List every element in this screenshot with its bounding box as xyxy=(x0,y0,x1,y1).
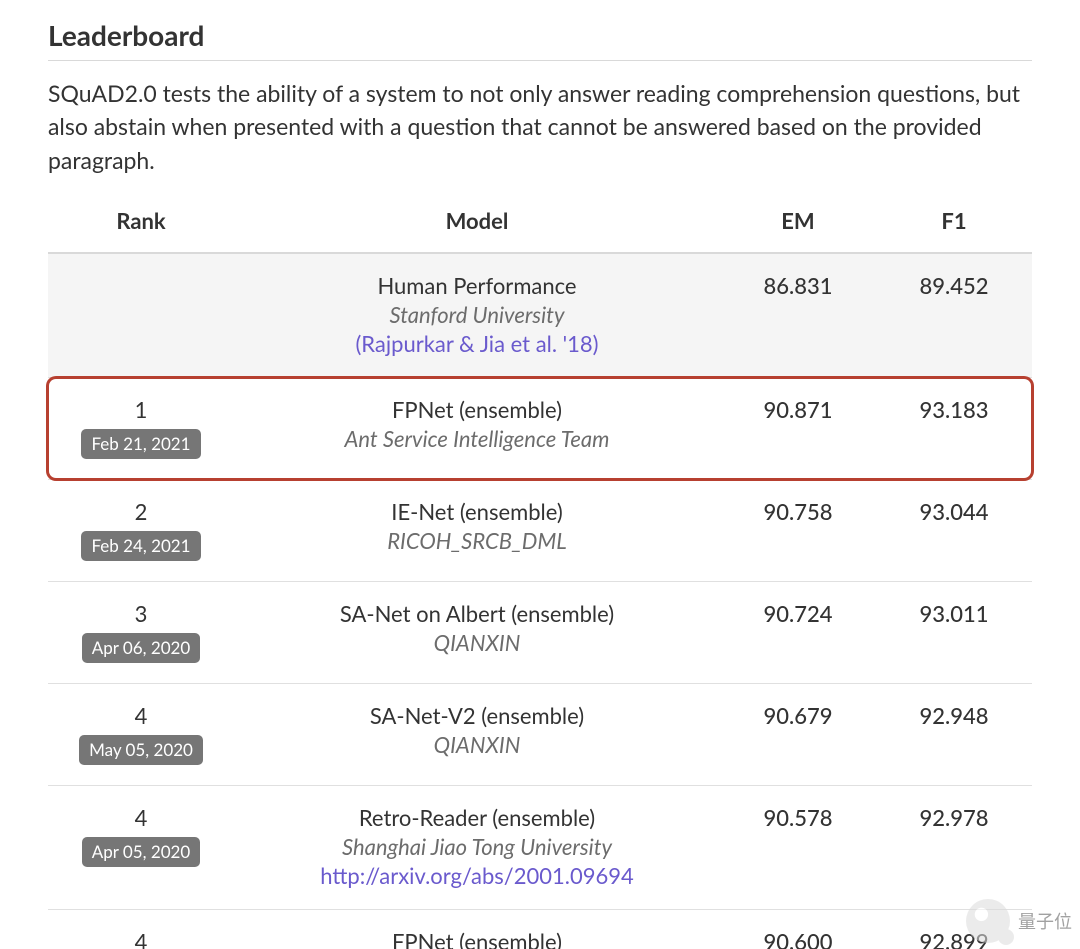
rank-number: 2 xyxy=(56,498,226,525)
model-cell: SA-Net-V2 (ensemble)QIANXIN xyxy=(234,684,720,786)
em-cell: 90.758 xyxy=(720,480,876,582)
model-citation-link[interactable]: (Rajpurkar & Jia et al. '18) xyxy=(242,330,712,357)
title-divider xyxy=(48,60,1032,61)
model-affiliation: QIANXIN xyxy=(242,731,712,758)
page-title: Leaderboard xyxy=(48,18,1032,52)
date-badge: Apr 06, 2020 xyxy=(82,633,201,663)
model-name: Retro-Reader (ensemble) xyxy=(242,804,712,831)
rank-number: 4 xyxy=(56,804,226,831)
table-row: 4Feb 05, 2021FPNet (ensemble)YuYang90.60… xyxy=(48,910,1032,949)
model-affiliation: RICOH_SRCB_DML xyxy=(242,527,712,554)
table-row: 4 Apr 05, 2020 Retro-Reader (ensemble)Shan… xyxy=(48,786,1032,910)
leaderboard-table: Rank Model EM F1 Human Performance Stanf… xyxy=(48,191,1032,949)
table-row: 2 Feb 24, 2021 IE-Net (ensemble)RICOH_SRCB… xyxy=(48,480,1032,582)
f1-cell: 89.452 xyxy=(876,253,1032,378)
rank-number: 3 xyxy=(56,600,226,627)
em-cell: 90.871 xyxy=(720,378,876,480)
date-badge: Apr 05, 2020 xyxy=(82,837,201,867)
rank-cell: 4Feb 05, 2021 xyxy=(48,910,234,949)
model-cell: Retro-Reader (ensemble)Shanghai Jiao Ton… xyxy=(234,786,720,910)
table-row: 1 Feb 21, 2021 FPNet (ensemble)Ant Service… xyxy=(48,378,1032,480)
rank-cell: 3 Apr 06, 2020 xyxy=(48,582,234,684)
em-cell: 90.578 xyxy=(720,786,876,910)
model-name: FPNet (ensemble) xyxy=(242,396,712,423)
rank-number: 4 xyxy=(56,702,226,729)
model-affiliation: Shanghai Jiao Tong University xyxy=(242,833,712,860)
f1-cell: 92.978 xyxy=(876,786,1032,910)
model-name: SA-Net-V2 (ensemble) xyxy=(242,702,712,729)
model-affiliation: Stanford University xyxy=(242,301,712,328)
em-cell: 90.600 xyxy=(720,910,876,949)
rank-cell: 2 Feb 24, 2021 xyxy=(48,480,234,582)
em-cell: 86.831 xyxy=(720,253,876,378)
rank-cell: 4 May 05, 2020 xyxy=(48,684,234,786)
em-cell: 90.679 xyxy=(720,684,876,786)
model-affiliation: Ant Service Intelligence Team xyxy=(242,425,712,452)
model-cell: Human Performance Stanford University (R… xyxy=(234,253,720,378)
wechat-icon xyxy=(966,899,1010,943)
model-cell: FPNet (ensemble)Ant Service Intelligence… xyxy=(234,378,720,480)
watermark: 量子位 xyxy=(966,899,1072,943)
model-name: FPNet (ensemble) xyxy=(242,928,712,949)
col-header-em: EM xyxy=(720,191,876,253)
human-performance-row: Human Performance Stanford University (R… xyxy=(48,253,1032,378)
rank-number: 4 xyxy=(56,928,226,949)
f1-cell: 93.183 xyxy=(876,378,1032,480)
model-cell: SA-Net on Albert (ensemble)QIANXIN xyxy=(234,582,720,684)
rank-cell: 4 Apr 05, 2020 xyxy=(48,786,234,910)
leaderboard-panel: Leaderboard SQuAD2.0 tests the ability o… xyxy=(0,0,1080,949)
table-row: 3 Apr 06, 2020 SA-Net on Albert (ensemble)… xyxy=(48,582,1032,684)
col-header-rank: Rank xyxy=(48,191,234,253)
date-badge: Feb 21, 2021 xyxy=(81,429,200,459)
date-badge: May 05, 2020 xyxy=(79,735,203,765)
em-cell: 90.724 xyxy=(720,582,876,684)
rank-cell: 1 Feb 21, 2021 xyxy=(48,378,234,480)
leaderboard-description: SQuAD2.0 tests the ability of a system t… xyxy=(48,77,1032,177)
model-name: IE-Net (ensemble) xyxy=(242,498,712,525)
model-link[interactable]: http://arxiv.org/abs/2001.09694 xyxy=(242,862,712,889)
date-badge: Feb 24, 2021 xyxy=(81,531,200,561)
f1-cell: 92.948 xyxy=(876,684,1032,786)
watermark-text: 量子位 xyxy=(1018,908,1072,934)
f1-cell: 93.044 xyxy=(876,480,1032,582)
table-header-row: Rank Model EM F1 xyxy=(48,191,1032,253)
model-name: SA-Net on Albert (ensemble) xyxy=(242,600,712,627)
model-name: Human Performance xyxy=(242,272,712,299)
col-header-f1: F1 xyxy=(876,191,1032,253)
col-header-model: Model xyxy=(234,191,720,253)
rank-cell xyxy=(48,253,234,378)
f1-cell: 93.011 xyxy=(876,582,1032,684)
model-cell: FPNet (ensemble)YuYang xyxy=(234,910,720,949)
table-row: 4 May 05, 2020 SA-Net-V2 (ensemble)QIANXIN… xyxy=(48,684,1032,786)
model-affiliation: QIANXIN xyxy=(242,629,712,656)
rank-number: 1 xyxy=(56,396,226,423)
model-cell: IE-Net (ensemble)RICOH_SRCB_DML xyxy=(234,480,720,582)
